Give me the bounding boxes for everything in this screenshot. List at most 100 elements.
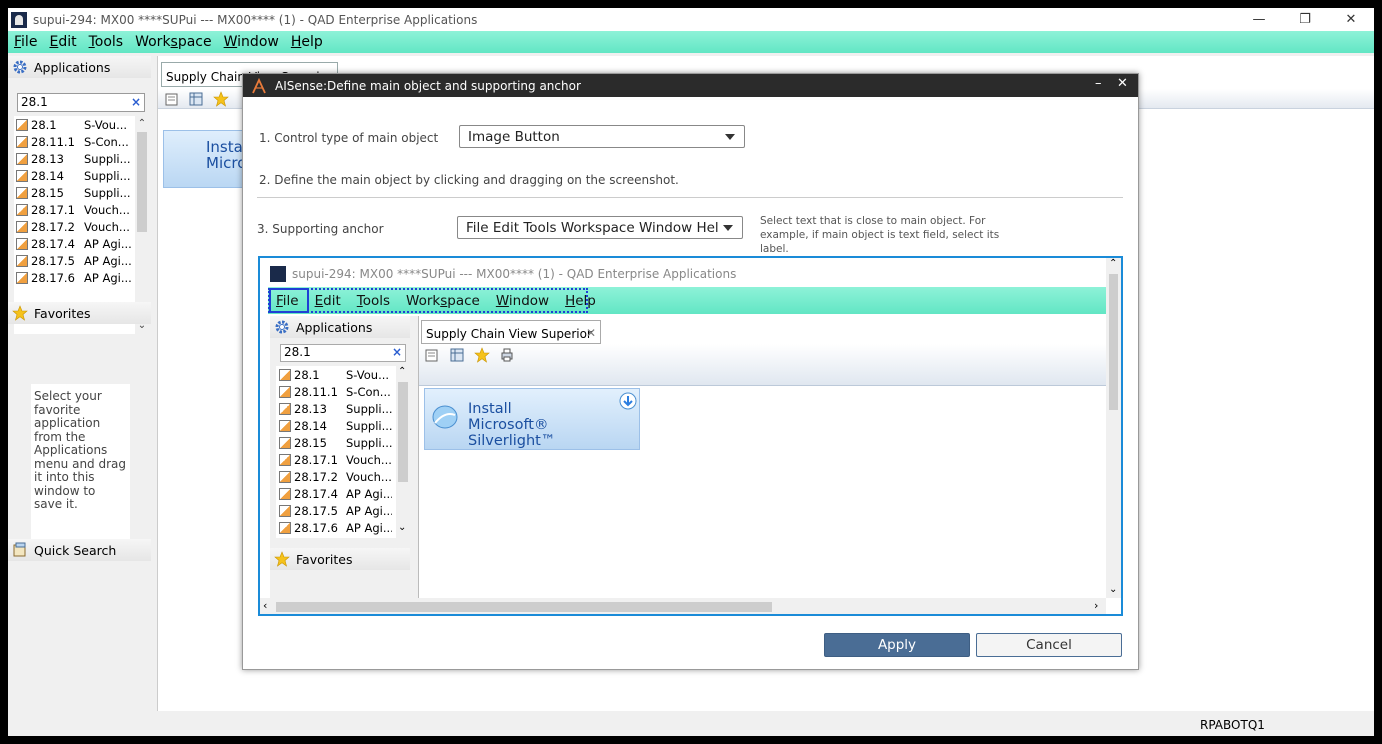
maximize-button[interactable]: ❐ <box>1282 8 1328 31</box>
app-code: 28.15 <box>294 435 327 450</box>
app-list-item[interactable]: 28.13 Suppli... <box>14 150 135 167</box>
app-code: 28.1 <box>294 367 320 382</box>
app-list-item[interactable]: 28.17.1 Vouch... <box>14 201 135 218</box>
program-icon <box>279 470 291 483</box>
app-list-item[interactable]: 28.1 S-Vou... <box>14 116 135 133</box>
dialog-minimize-button[interactable]: – <box>1095 76 1102 91</box>
star-icon <box>12 305 28 321</box>
silverlight-logo-icon <box>432 405 458 429</box>
menu-tools[interactable]: Tools <box>83 34 130 50</box>
preview-main-area: Supply Chain View Superior ✕ Install Mic… <box>418 316 1107 598</box>
favorites-label: Favorites <box>34 305 91 321</box>
screenshot-preview[interactable]: supui-294: MX00 ****SUPui --- MX00**** (… <box>258 256 1123 616</box>
program-icon <box>16 118 28 131</box>
app-description: S-Con... <box>84 134 129 149</box>
app-description: Vouch... <box>346 452 392 467</box>
favorites-hint: Select your favorite application from th… <box>31 384 130 547</box>
app-description: S-Vou... <box>346 367 390 382</box>
menu-bar: File Edit Tools Workspace Window Help <box>8 31 1374 53</box>
close-window-button[interactable]: ✕ <box>1328 8 1374 31</box>
program-icon <box>279 436 291 449</box>
app-description: S-Vou... <box>84 117 128 132</box>
chevron-down-icon <box>725 134 735 140</box>
main-object-selection-box[interactable] <box>269 288 309 313</box>
gear-icon <box>13 60 27 74</box>
preview-silverlight-button: Install Microsoft® Silverlight™ <box>424 388 640 450</box>
app-code: 28.14 <box>31 168 64 183</box>
silverlight-line2: Micro <box>206 154 243 172</box>
menu-help[interactable]: Help <box>285 34 329 50</box>
menu-workspace[interactable]: Workspace <box>129 34 218 50</box>
aisense-logo-icon <box>252 77 266 93</box>
applications-header[interactable]: Applications <box>8 56 151 78</box>
preview-hscroll-thumb[interactable] <box>276 602 772 612</box>
app-list-item[interactable]: 28.17.6 AP Agi... <box>14 269 135 286</box>
window-titlebar: supui-294: MX00 ****SUPui --- MX00**** (… <box>8 8 1374 31</box>
app-list-item[interactable]: 28.11.1 S-Con... <box>14 133 135 150</box>
preview-app-list-item: 28.17.1 Vouch... <box>276 451 396 468</box>
scroll-thumb[interactable] <box>137 132 147 232</box>
quick-search-icon <box>13 542 26 557</box>
dialog-close-button[interactable]: ✕ <box>1117 76 1128 91</box>
preview-vscroll-up-icon[interactable]: ⌃ <box>1109 258 1117 269</box>
edit-icon[interactable] <box>164 91 180 107</box>
menu-edit[interactable]: Edit <box>43 34 82 50</box>
app-description: AP Agi... <box>346 520 392 535</box>
program-icon <box>16 254 28 267</box>
dialog-titlebar: AISense:Define main object and supportin… <box>243 74 1138 97</box>
preview-tab: Supply Chain View Superior ✕ <box>421 320 601 344</box>
app-list-item[interactable]: 28.17.4 AP Agi... <box>14 235 135 252</box>
silverlight-install-button[interactable]: Instal Micro <box>163 130 243 188</box>
menu-window[interactable]: Window <box>218 34 285 50</box>
favorites-header[interactable]: Favorites <box>8 302 151 324</box>
preview-hscroll-right-icon[interactable]: › <box>1094 599 1098 612</box>
app-code: 28.17.2 <box>294 469 338 484</box>
app-description: Vouch... <box>84 202 130 217</box>
app-code: 28.17.6 <box>294 520 338 535</box>
preview-hscroll-left-icon[interactable]: ‹ <box>263 599 267 612</box>
app-list-item[interactable]: 28.15 Suppli... <box>14 184 135 201</box>
app-code: 28.13 <box>294 401 327 416</box>
preview-horizontal-scrollbar[interactable]: ‹ › <box>260 598 1106 614</box>
control-type-select[interactable]: Image Button <box>459 125 745 148</box>
step2-label: 2. Define the main object by clicking an… <box>259 173 679 187</box>
supporting-anchor-select[interactable]: File Edit Tools Workspace Window Hel <box>457 216 743 239</box>
print-icon <box>501 348 513 362</box>
preview-silverlight-line2: Microsoft® Silverlight™ <box>468 417 556 449</box>
app-code: 28.17.5 <box>294 503 338 518</box>
scroll-up-icon[interactable]: ⌃ <box>135 118 149 132</box>
anchor-selection-box[interactable] <box>268 288 588 313</box>
preview-vertical-scrollbar[interactable]: ⌃ ⌄ <box>1106 258 1121 598</box>
preview-left-panel: Applications 28.1 × 28.1 S-Vou... 28.11.1 S… <box>270 316 418 598</box>
aisense-dialog: AISense:Define main object and supportin… <box>242 73 1139 670</box>
favorite-star-icon[interactable] <box>213 91 229 107</box>
step3-label: 3. Supporting anchor <box>257 222 384 236</box>
app-list-item[interactable]: 28.17.2 Vouch... <box>14 218 135 235</box>
minimize-button[interactable]: — <box>1236 8 1282 31</box>
apply-button[interactable]: Apply <box>824 633 970 657</box>
preview-app-list-item: 28.14 Suppli... <box>276 417 396 434</box>
app-description: AP Agi... <box>84 236 132 251</box>
applications-search-input[interactable]: 28.1 × <box>17 93 145 112</box>
program-icon <box>16 220 28 233</box>
quick-search-header[interactable]: Quick Search <box>8 539 151 561</box>
preview-vscroll-down-icon[interactable]: ⌄ <box>1109 584 1117 595</box>
grid-icon[interactable] <box>188 91 204 107</box>
preview-applications-list: 28.1 S-Vou... 28.11.1 S-Con... 28.13 Suppli..… <box>276 366 396 538</box>
app-description: AP Agi... <box>84 253 132 268</box>
app-list-item[interactable]: 28.17.5 AP Agi... <box>14 252 135 269</box>
app-description: Suppli... <box>346 401 392 416</box>
app-code: 28.17.5 <box>31 253 75 268</box>
app-list-item[interactable]: 28.14 Suppli... <box>14 167 135 184</box>
status-bar: RPABOTQ1 <box>8 713 1374 736</box>
preview-app-list-item: 28.13 Suppli... <box>276 400 396 417</box>
menu-file[interactable]: File <box>8 34 43 50</box>
clear-search-icon[interactable]: × <box>131 94 141 111</box>
app-description: Suppli... <box>346 418 392 433</box>
preview-app-icon <box>270 266 286 282</box>
preview-app-list-item: 28.17.4 AP Agi... <box>276 485 396 502</box>
cancel-button[interactable]: Cancel <box>976 633 1122 657</box>
program-icon <box>16 203 28 216</box>
preview-vscroll-thumb[interactable] <box>1109 274 1118 410</box>
app-code: 28.15 <box>31 185 64 200</box>
